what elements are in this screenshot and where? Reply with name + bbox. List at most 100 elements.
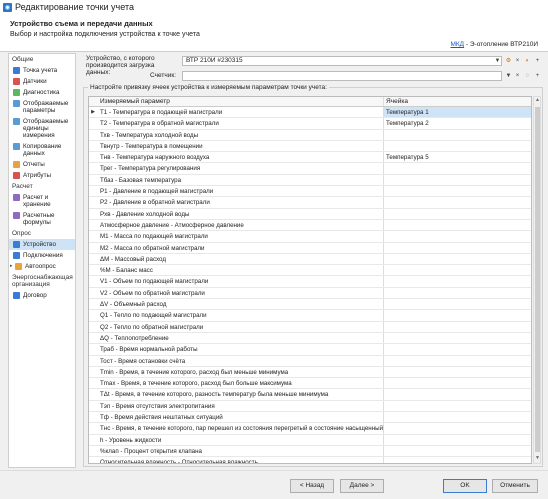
- sidebar-item[interactable]: Устройство: [9, 239, 75, 250]
- sidebar-item[interactable]: Расчетные формулы: [9, 210, 75, 228]
- device-cell-select[interactable]: [384, 356, 531, 366]
- counter-add-icon[interactable]: +: [534, 72, 541, 80]
- column-header-cell[interactable]: Ячейка: [384, 97, 531, 106]
- table-row[interactable]: Q1 - Тепло по подающей магистрали: [89, 310, 531, 322]
- table-row[interactable]: Р2 - Давление в обратной магистрали: [89, 197, 531, 209]
- device-add-icon[interactable]: +: [534, 57, 541, 65]
- sidebar-item[interactable]: Копирование данных: [9, 141, 75, 159]
- table-row[interactable]: ▶ Т1 - Температура в подающей магистрали Т…: [89, 107, 531, 119]
- device-cell-select[interactable]: [384, 254, 531, 264]
- device-cell-select[interactable]: [384, 322, 531, 332]
- device-link-icon[interactable]: ⚙: [505, 57, 512, 65]
- device-cell-select[interactable]: [384, 389, 531, 399]
- device-cell-select[interactable]: [384, 163, 531, 173]
- back-button[interactable]: < Назад: [290, 479, 334, 493]
- device-select[interactable]: ВТР 210И #230315: [182, 56, 502, 66]
- device-cell-select[interactable]: [384, 197, 531, 207]
- table-row[interactable]: Тнв - Температура наружного воздуха Темпе…: [89, 152, 531, 164]
- sidebar-item[interactable]: Атрибуты: [9, 170, 75, 181]
- table-row[interactable]: ΔV - Объемный расход: [89, 299, 531, 311]
- table-row[interactable]: %М - Баланс масс: [89, 265, 531, 277]
- device-cell-select[interactable]: [384, 299, 531, 309]
- table-row[interactable]: Tmax - Время, в течение которого, расход…: [89, 378, 531, 390]
- device-cell-select[interactable]: [384, 378, 531, 388]
- table-row[interactable]: М2 - Масса по обратной магистрали: [89, 242, 531, 254]
- counter-clear-icon[interactable]: ×: [514, 72, 521, 80]
- table-row[interactable]: Тост - Время остановки счёта: [89, 355, 531, 367]
- counter-select[interactable]: [182, 71, 502, 81]
- device-clear-icon[interactable]: ×: [514, 57, 521, 65]
- table-row[interactable]: Трег - Температура регулирования: [89, 163, 531, 175]
- table-row[interactable]: М1 - Масса по подающей магистрали: [89, 231, 531, 243]
- device-cell-select[interactable]: Температура 5: [384, 152, 531, 162]
- table-row[interactable]: ΔМ - Массовый расход: [89, 253, 531, 266]
- table-row[interactable]: Тхв - Температура холодной воды: [89, 129, 531, 141]
- table-row[interactable]: Тф - Время действия нештатных ситуаций: [89, 412, 531, 424]
- device-cell-select[interactable]: [384, 141, 531, 151]
- device-cell-select[interactable]: [384, 186, 531, 196]
- table-row[interactable]: Рхв - Давление холодной воды: [89, 208, 531, 220]
- table-row[interactable]: V2 - Объем по обратной магистрали: [89, 287, 531, 300]
- device-dropdown-icon[interactable]: ▼: [494, 57, 501, 65]
- table-row[interactable]: Тбаз - Базовая температура: [89, 174, 531, 187]
- device-cell-select[interactable]: [384, 457, 531, 463]
- device-cell-select[interactable]: [384, 276, 531, 286]
- device-cell-select[interactable]: [384, 367, 531, 377]
- sidebar-item[interactable]: Подключения: [9, 250, 75, 261]
- table-row[interactable]: %клап - Процент открытия клапана: [89, 445, 531, 458]
- device-cell-select[interactable]: [384, 333, 531, 343]
- table-row[interactable]: ΔQ - Теплопотребление: [89, 332, 531, 345]
- scroll-up-icon[interactable]: ▲: [534, 97, 541, 105]
- scrollbar-thumb[interactable]: [535, 107, 540, 452]
- column-header-param[interactable]: Измеряемый параметр: [97, 97, 384, 106]
- sidebar-item[interactable]: Датчики: [9, 76, 75, 87]
- table-row[interactable]: Траб - Время нормальной работы: [89, 344, 531, 356]
- sidebar-item[interactable]: Договор: [9, 290, 75, 301]
- device-cell-select[interactable]: [384, 243, 531, 253]
- next-button[interactable]: Далее >: [340, 479, 384, 493]
- device-cell-select[interactable]: [384, 446, 531, 456]
- counter-settings-icon[interactable]: ◌: [524, 72, 531, 80]
- scroll-down-icon[interactable]: ▼: [534, 455, 541, 463]
- table-row[interactable]: Твнутр - Температура в помещении: [89, 140, 531, 153]
- table-row[interactable]: Тэп - Время отсутствия электропитания: [89, 400, 531, 413]
- sidebar-item[interactable]: Диагностика: [9, 87, 75, 98]
- mkd-link[interactable]: МКД: [450, 41, 464, 48]
- table-row[interactable]: V1 - Объем по подающей магистрали: [89, 276, 531, 288]
- table-row[interactable]: Относительная влажность - Относительная …: [89, 457, 531, 463]
- table-row[interactable]: h - Уровень жидкости: [89, 434, 531, 446]
- table-scrollbar[interactable]: ▲ ▼: [533, 96, 541, 464]
- sidebar-item[interactable]: ▸ Автоопрос: [9, 261, 75, 272]
- device-cell-select[interactable]: [384, 175, 531, 185]
- device-cell-select[interactable]: [384, 130, 531, 140]
- sidebar-item[interactable]: Отображаемые единицы измерения: [9, 116, 75, 141]
- sidebar-item[interactable]: Точка учета: [9, 65, 75, 76]
- table-row[interactable]: ТΔt - Время, в течение которого, разност…: [89, 389, 531, 401]
- device-cell-select[interactable]: [384, 310, 531, 320]
- device-cell-select[interactable]: [384, 435, 531, 445]
- table-row[interactable]: Р1 - Давление в подающей магистрали: [89, 186, 531, 198]
- device-cell-select[interactable]: [384, 412, 531, 422]
- device-cell-select[interactable]: Температура 1: [384, 107, 531, 118]
- table-row[interactable]: Q2 - Тепло по обратной магистрали: [89, 321, 531, 333]
- device-cell-select[interactable]: [384, 401, 531, 411]
- device-cell-select[interactable]: [384, 423, 531, 433]
- device-cell-select[interactable]: Температура 2: [384, 118, 531, 128]
- table-row[interactable]: Т2 - Температура в обратной магистрали Те…: [89, 118, 531, 130]
- table-row[interactable]: Tmin - Время, в течение которого, расход…: [89, 366, 531, 379]
- sidebar-item[interactable]: Отчеты: [9, 159, 75, 170]
- device-settings-icon[interactable]: ◐: [524, 57, 531, 65]
- table-row[interactable]: Тнс - Время, в течение которого, пар пер…: [89, 423, 531, 435]
- ok-button[interactable]: OK: [443, 479, 487, 493]
- sidebar-item[interactable]: Расчет и хранение: [9, 192, 75, 210]
- device-cell-select[interactable]: [384, 220, 531, 230]
- table-row[interactable]: Атмосферное давление - Атмосферное давле…: [89, 219, 531, 232]
- device-cell-select[interactable]: [384, 231, 531, 241]
- device-cell-select[interactable]: [384, 265, 531, 275]
- device-cell-select[interactable]: [384, 288, 531, 298]
- device-cell-select[interactable]: [384, 344, 531, 354]
- device-cell-select[interactable]: [384, 209, 531, 219]
- counter-dropdown-icon[interactable]: ▼: [505, 72, 512, 80]
- cancel-button[interactable]: Отменить: [492, 479, 538, 493]
- sidebar-item[interactable]: Отображаемые параметры: [9, 98, 75, 116]
